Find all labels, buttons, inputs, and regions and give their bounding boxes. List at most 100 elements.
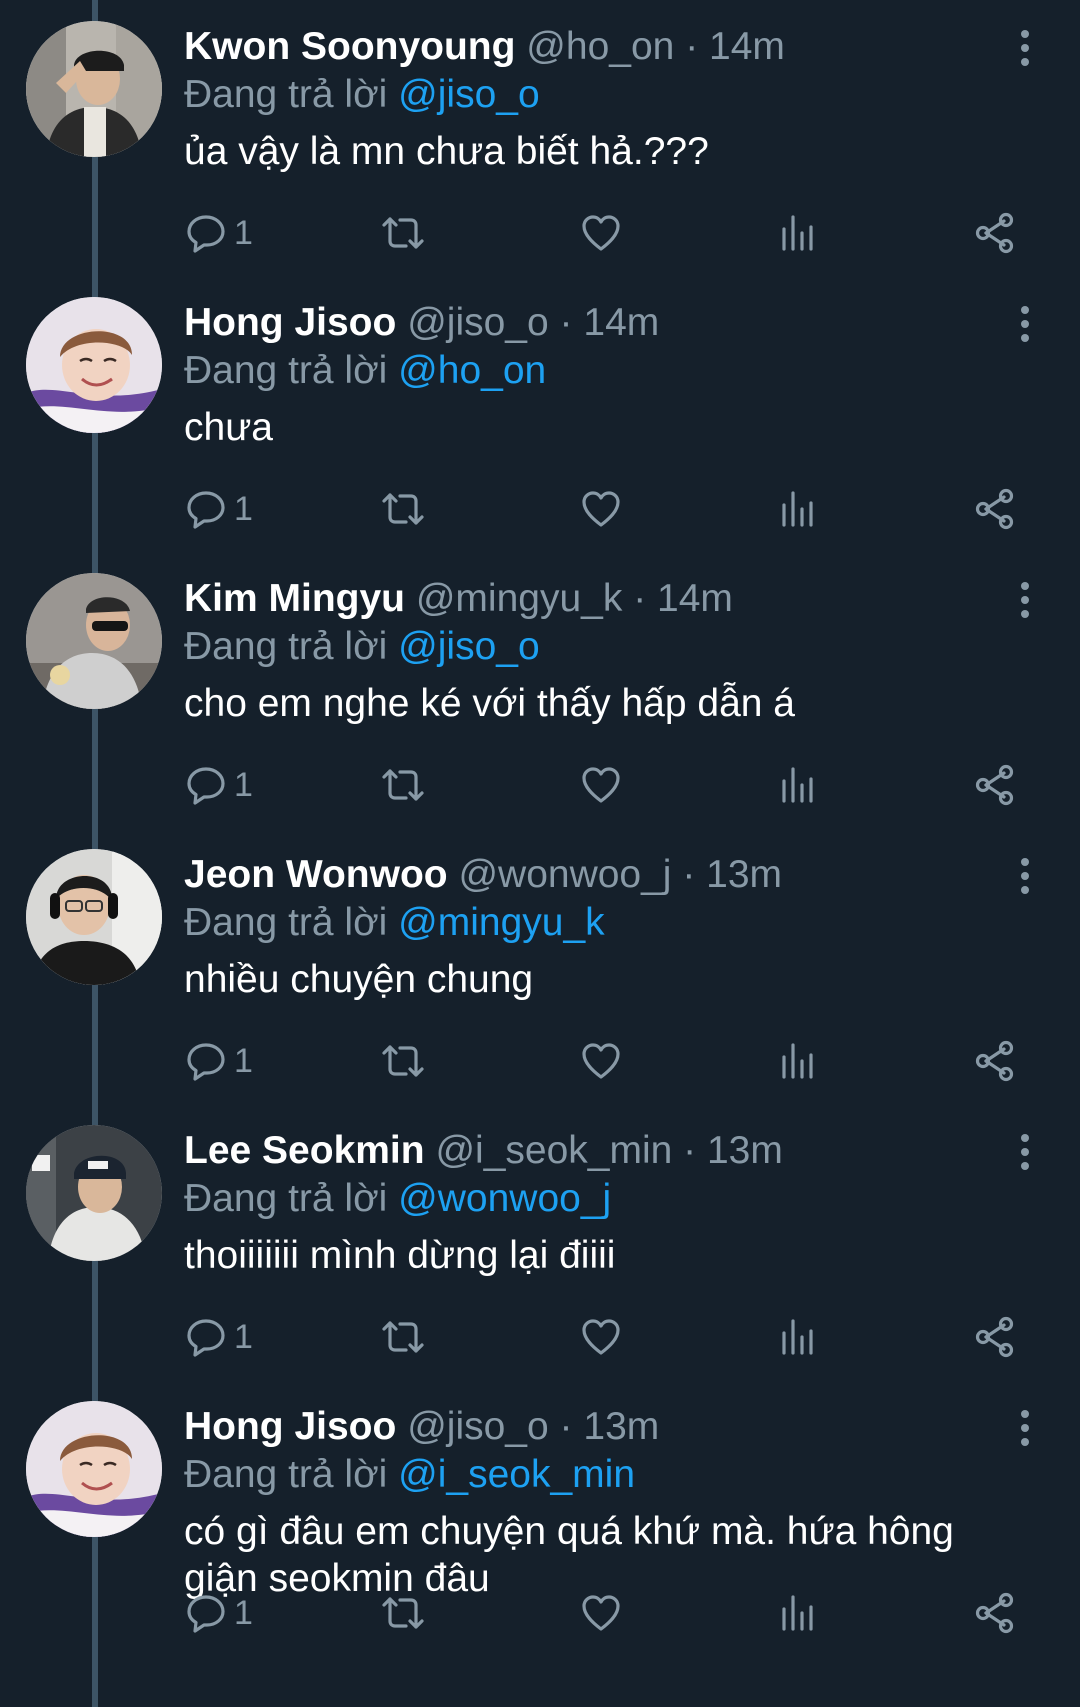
share-icon [975,1040,1014,1082]
display-name[interactable]: Jeon Wonwoo [184,853,448,896]
reply-mention-link[interactable]: @jiso_o [398,625,540,668]
reply-mention-link[interactable]: @mingyu_k [398,901,605,944]
more-options-button[interactable] [1010,580,1040,620]
retweet-button[interactable] [380,1036,426,1086]
analytics-button[interactable] [779,1312,815,1362]
retweet-icon [382,1045,424,1077]
avatar-kim[interactable] [26,573,162,709]
share-button[interactable] [974,1036,1016,1086]
replying-to: Đang trả lời @mingyu_k [184,898,605,948]
more-options-button[interactable] [1010,1132,1040,1172]
more-options-button[interactable] [1010,1408,1040,1448]
user-handle[interactable]: @mingyu_k [416,577,623,620]
reply-button[interactable]: 1 [186,1588,253,1638]
user-handle[interactable]: @ho_on [526,25,674,68]
tweet-4[interactable]: Jeon Wonwoo @wonwoo_j · 13m Đang trả lời… [0,828,1080,1104]
reply-button[interactable]: 1 [186,760,253,810]
tweet-5[interactable]: Lee Seokmin @i_seok_min · 13m Đang trả l… [0,1104,1080,1380]
timestamp[interactable]: 14m [657,577,733,620]
display-name[interactable]: Hong Jisoo [184,301,396,344]
tweet-header: Kwon Soonyoung @ho_on · 14m [184,22,785,72]
reply-mention-link[interactable]: @ho_on [398,349,546,392]
retweet-button[interactable] [380,1588,426,1638]
analytics-icon [782,215,813,251]
timestamp[interactable]: 14m [583,301,659,344]
tweet-2[interactable]: Hong Jisoo @jiso_o · 14m Đang trả lời @h… [0,276,1080,552]
retweet-button[interactable] [380,1312,426,1362]
tweet-actions: 1 [0,1312,1080,1362]
like-button[interactable] [581,760,621,810]
share-icon [975,1592,1014,1634]
reply-button[interactable]: 1 [186,484,253,534]
reply-thread: Kwon Soonyoung @ho_on · 14m Đang trả lời… [0,0,1080,1707]
more-vertical-icon [1021,582,1029,618]
share-button[interactable] [974,208,1016,258]
reply-mention-link[interactable]: @i_seok_min [398,1453,635,1496]
tweet-6[interactable]: Hong Jisoo @jiso_o · 13m Đang trả lời @i… [0,1380,1080,1656]
like-button[interactable] [581,208,621,258]
separator-dot: · [683,1129,697,1172]
user-handle[interactable]: @jiso_o [407,1405,549,1448]
separator-dot: · [633,577,647,620]
share-button[interactable] [974,760,1016,810]
avatar-lee[interactable] [26,1125,162,1261]
tweet-header: Hong Jisoo @jiso_o · 13m [184,1402,659,1452]
analytics-button[interactable] [779,484,815,534]
reply-button[interactable]: 1 [186,1312,253,1362]
display-name[interactable]: Lee Seokmin [184,1129,425,1172]
user-handle[interactable]: @wonwoo_j [458,853,671,896]
reply-button[interactable]: 1 [186,208,253,258]
display-name[interactable]: Hong Jisoo [184,1405,396,1448]
tweet-text: ủa vậy là mn chưa biết hả.??? [184,130,709,173]
more-vertical-icon [1021,858,1029,894]
avatar-hong[interactable] [26,297,162,433]
share-button[interactable] [974,1312,1016,1362]
avatar-hong[interactable] [26,1401,162,1537]
timestamp[interactable]: 13m [707,1129,783,1172]
tweet-actions: 1 [0,760,1080,810]
timestamp[interactable]: 13m [583,1405,659,1448]
reply-count: 1 [234,1317,253,1356]
analytics-button[interactable] [779,1036,815,1086]
avatar-jeon[interactable] [26,849,162,985]
analytics-button[interactable] [779,208,815,258]
more-vertical-icon [1021,30,1029,66]
tweet-1[interactable]: Kwon Soonyoung @ho_on · 14m Đang trả lời… [0,0,1080,276]
timestamp[interactable]: 14m [709,25,785,68]
user-handle[interactable]: @i_seok_min [435,1129,672,1172]
timestamp[interactable]: 13m [706,853,782,896]
separator-dot: · [559,301,573,344]
reply-count: 1 [234,489,253,528]
share-icon [975,212,1014,254]
reply-button[interactable]: 1 [186,1036,253,1086]
avatar-kwon[interactable] [26,21,162,157]
more-options-button[interactable] [1010,28,1040,68]
reply-icon [187,1319,225,1357]
like-button[interactable] [581,1312,621,1362]
reply-icon [187,1595,225,1633]
analytics-button[interactable] [779,1588,815,1638]
tweet-3[interactable]: Kim Mingyu @mingyu_k · 14m Đang trả lời … [0,552,1080,828]
reply-count: 1 [234,213,253,252]
retweet-button[interactable] [380,484,426,534]
analytics-button[interactable] [779,760,815,810]
tweet-text: nhiều chuyện chung [184,958,534,1001]
like-button[interactable] [581,1036,621,1086]
retweet-icon [382,1321,424,1353]
reply-mention-link[interactable]: @wonwoo_j [398,1177,611,1220]
user-handle[interactable]: @jiso_o [407,301,549,344]
display-name[interactable]: Kwon Soonyoung [184,25,515,68]
retweet-button[interactable] [380,208,426,258]
tweet-header: Hong Jisoo @jiso_o · 14m [184,298,659,348]
reply-count: 1 [234,765,253,804]
retweet-button[interactable] [380,760,426,810]
share-button[interactable] [974,484,1016,534]
display-name[interactable]: Kim Mingyu [184,577,405,620]
share-button[interactable] [974,1588,1016,1638]
more-options-button[interactable] [1010,304,1040,344]
like-button[interactable] [581,484,621,534]
more-options-button[interactable] [1010,856,1040,896]
reply-icon [187,1043,225,1081]
like-button[interactable] [581,1588,621,1638]
reply-mention-link[interactable]: @jiso_o [398,73,540,116]
